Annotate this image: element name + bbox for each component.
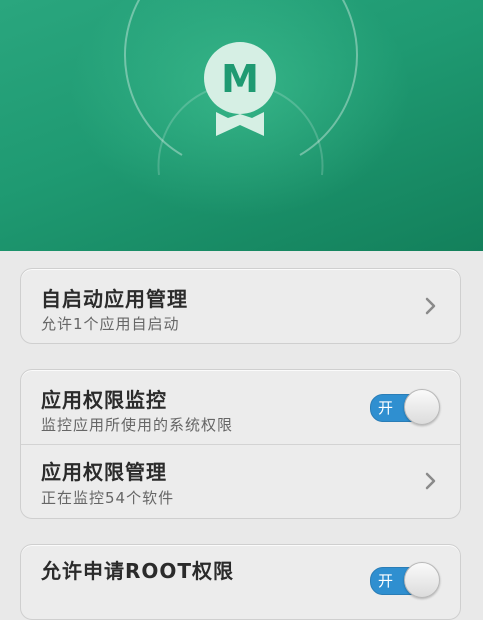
chevron-right-icon xyxy=(425,472,436,490)
row-subtitle: 正在监控54个软件 xyxy=(41,489,175,507)
row-title: 应用权限管理 xyxy=(41,460,167,484)
card-permissions: 应用权限监控 监控应用所使用的系统权限 开 应用权限管理 正在监控54个软件 xyxy=(20,369,461,519)
badge-m-icon: M xyxy=(204,42,276,136)
toggle-knob xyxy=(404,389,440,425)
row-subtitle: 允许1个应用自启动 xyxy=(41,315,180,333)
row-allow-root: 允许申请ROOT权限 开 xyxy=(21,545,460,619)
hero-banner: M xyxy=(0,0,483,251)
toggle-label: 开 xyxy=(378,399,394,417)
row-autostart-manager[interactable]: 自启动应用管理 允许1个应用自启动 xyxy=(21,269,460,343)
row-permission-manager[interactable]: 应用权限管理 正在监控54个软件 xyxy=(21,444,460,518)
row-subtitle: 监控应用所使用的系统权限 xyxy=(41,416,234,434)
card-root: 允许申请ROOT权限 开 xyxy=(20,544,461,620)
badge-letter: M xyxy=(221,57,259,101)
allow-root-toggle[interactable]: 开 xyxy=(368,562,440,598)
row-permission-monitor: 应用权限监控 监控应用所使用的系统权限 开 xyxy=(21,370,460,444)
toggle-label: 开 xyxy=(378,572,394,590)
toggle-knob xyxy=(404,562,440,598)
permission-monitor-toggle[interactable]: 开 xyxy=(368,389,440,425)
card-autostart: 自启动应用管理 允许1个应用自启动 xyxy=(20,268,461,344)
chevron-right-icon xyxy=(425,297,436,315)
hero-graphic: M xyxy=(124,0,358,176)
row-title: 应用权限监控 xyxy=(41,388,167,412)
row-title: 允许申请ROOT权限 xyxy=(41,559,235,583)
row-title: 自启动应用管理 xyxy=(41,287,188,311)
